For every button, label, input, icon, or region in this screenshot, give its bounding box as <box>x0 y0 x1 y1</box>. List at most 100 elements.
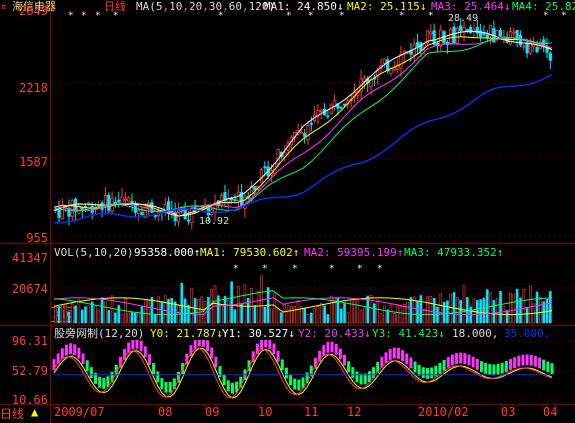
volume-event-icon[interactable]: * <box>357 264 362 274</box>
low-price-label: 10.92 <box>199 216 230 227</box>
candle-body <box>90 205 94 214</box>
event-marker-icon[interactable]: * <box>561 11 566 21</box>
triangle-up-icon[interactable]: ▲ <box>31 405 38 419</box>
candle-body <box>455 27 459 44</box>
volume-bar <box>263 306 267 324</box>
volume-bar <box>396 304 399 324</box>
candle-body <box>137 209 141 214</box>
volume-bar <box>183 298 187 324</box>
candle-body <box>309 122 313 125</box>
volume-bar <box>260 275 263 324</box>
indicator-v6: 35.000, <box>504 327 551 340</box>
volume-bar <box>110 295 114 324</box>
event-marker-icon[interactable]: * <box>428 11 433 21</box>
volume-bar <box>492 300 496 324</box>
candle-body <box>449 29 453 44</box>
volume-bar <box>495 298 499 324</box>
event-marker-icon[interactable]: * <box>81 11 86 21</box>
event-marker-icon[interactable]: * <box>308 11 313 21</box>
volume-event-icon[interactable]: * <box>233 264 238 274</box>
candle-body <box>190 208 194 223</box>
candle-body <box>479 30 483 37</box>
candle-body <box>518 35 523 46</box>
indicator-v5: 18.000, <box>452 327 499 340</box>
indicator-y1: Y1: 30.527↓ <box>222 327 295 340</box>
volume-bar <box>512 294 516 324</box>
ma-line <box>53 37 553 214</box>
candle-body <box>329 104 333 114</box>
volume-params: VOL(5,10,20) <box>54 246 134 259</box>
volume-value: 95358.000↑ <box>134 246 201 259</box>
volume-bar <box>436 306 439 324</box>
candle-body <box>485 34 489 39</box>
volume-bar <box>120 313 124 324</box>
volume-event-icon[interactable]: * <box>329 264 334 274</box>
volume-bar <box>117 305 121 324</box>
volume-bar <box>130 311 134 324</box>
volume-bar <box>160 301 164 324</box>
volume-bar <box>509 292 512 324</box>
volume-bar <box>256 290 260 324</box>
volume-bar <box>383 305 386 324</box>
volume-bar <box>276 309 280 324</box>
volume-bar <box>87 305 91 324</box>
volume-bar <box>399 306 403 324</box>
volume-bar <box>97 309 101 324</box>
volume-event-icon[interactable]: * <box>377 264 382 274</box>
volume-bar <box>70 303 74 324</box>
volume-bar <box>127 312 130 324</box>
volume-bar <box>273 292 277 324</box>
volume-bar <box>223 295 227 324</box>
volume-bar <box>472 298 476 324</box>
volume-bar <box>549 291 552 324</box>
volume-bar <box>240 303 243 324</box>
volume-bar <box>359 309 363 324</box>
volume-bar <box>432 297 436 324</box>
event-marker-icon[interactable]: * <box>286 11 291 21</box>
volume-bar <box>379 313 383 324</box>
volume-bar <box>190 287 194 324</box>
event-marker-icon[interactable]: * <box>95 11 100 21</box>
volume-bar <box>210 288 213 324</box>
candle-body <box>303 133 307 137</box>
event-marker-icon[interactable]: * <box>218 11 223 21</box>
volume-bar <box>137 311 140 324</box>
volume-bar <box>392 312 396 324</box>
volume-bar <box>535 291 539 324</box>
volume-bar <box>74 305 77 324</box>
candle-body <box>233 199 237 202</box>
volume-bar <box>346 312 350 324</box>
volume-bar <box>270 308 273 324</box>
candle-body <box>186 219 191 222</box>
event-marker-icon[interactable]: * <box>543 11 548 21</box>
volume-bar <box>147 300 150 324</box>
volume-bar <box>429 296 433 324</box>
volume-bar <box>485 289 489 324</box>
candle-body <box>107 194 111 211</box>
volume-bar <box>220 304 223 324</box>
volume-event-icon[interactable]: * <box>292 264 297 274</box>
volume-bar <box>316 306 320 324</box>
volume-bar <box>522 289 526 324</box>
indicator-y3: Y3: 41.423↓ <box>372 327 445 340</box>
event-marker-icon[interactable]: * <box>339 11 344 21</box>
volume-bar <box>406 301 409 324</box>
event-marker-icon[interactable]: * <box>399 11 404 21</box>
volume-bar <box>422 308 426 324</box>
candle-body <box>326 115 330 118</box>
volume-ma1: MA1: 79530.602↑ <box>200 246 300 259</box>
volume-bar <box>104 301 107 324</box>
volume-bar <box>290 305 293 324</box>
volume-bar <box>153 313 157 324</box>
event-marker-icon[interactable]: * <box>68 11 73 21</box>
candle-body <box>459 25 463 31</box>
date-axis-period[interactable]: 日线 <box>0 405 24 422</box>
candle-body <box>528 42 533 54</box>
date-label-1: 08 <box>158 405 173 419</box>
chart-canvas[interactable] <box>0 0 575 423</box>
volume-bar <box>114 312 117 324</box>
event-marker-icon[interactable]: * <box>113 11 118 21</box>
volume-bar <box>163 295 167 324</box>
volume-event-icon[interactable]: * <box>262 264 267 274</box>
volume-bar <box>505 310 509 324</box>
